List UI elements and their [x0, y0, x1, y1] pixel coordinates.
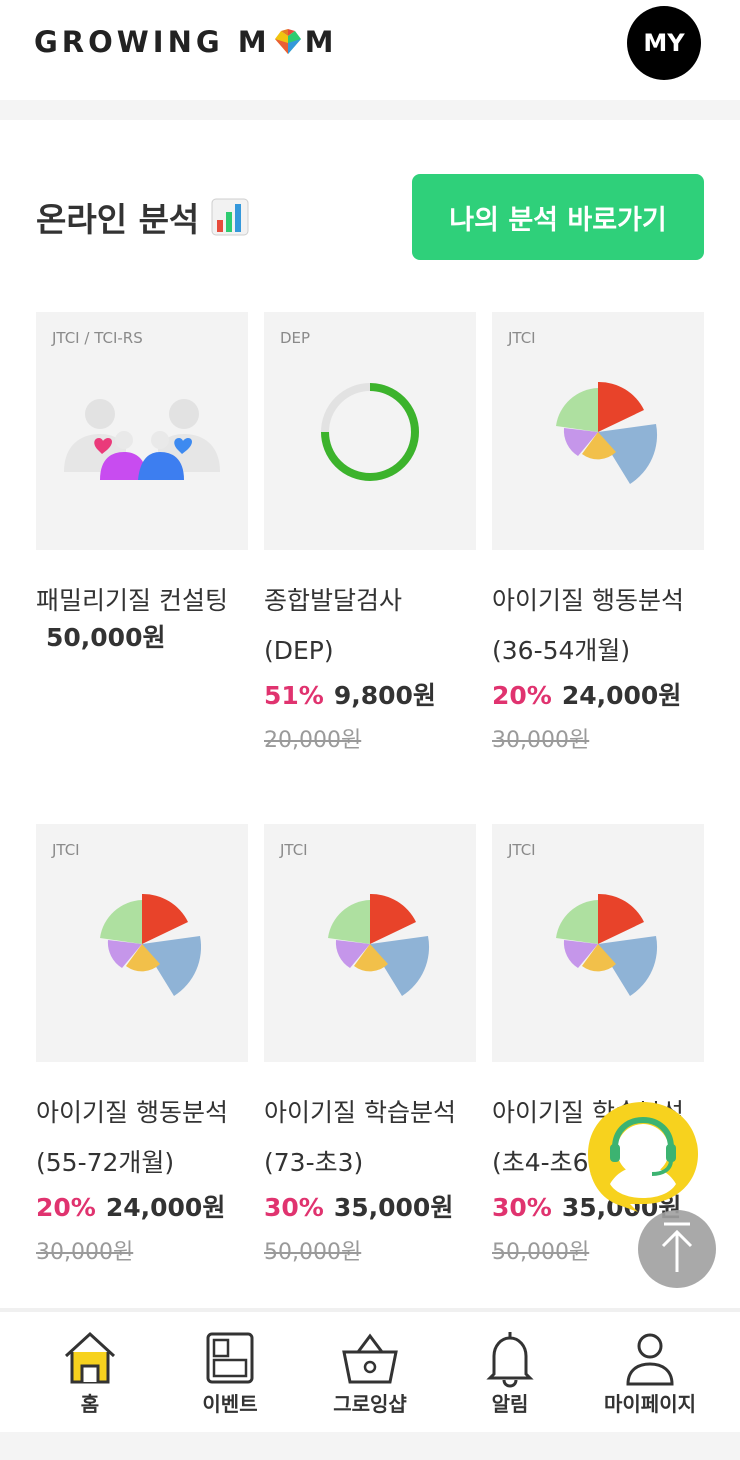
product-tag: JTCI: [508, 841, 536, 859]
product-name-line1: 종합발달검사: [264, 586, 403, 615]
product-thumbnail[interactable]: JTCI: [492, 312, 704, 550]
product-name: 아이기질 행동분석 (36-54개월): [492, 576, 722, 676]
nav-item-alarm[interactable]: 알림: [436, 1312, 584, 1432]
shop-basket-icon: [342, 1333, 398, 1384]
growing-mom-logo[interactable]: GROWING M M: [34, 24, 337, 60]
headset-agent-icon: [588, 1102, 698, 1212]
bell-icon: [486, 1332, 534, 1388]
product-tag: JTCI: [280, 841, 308, 859]
product-tag: JTCI / TCI-RS: [52, 329, 143, 347]
pie-chart-icon: [492, 362, 704, 512]
nav-item-event[interactable]: 이벤트: [156, 1312, 304, 1432]
product-price-line: 51% 9,800원: [264, 676, 436, 712]
sale-price: 50,000원: [46, 623, 166, 652]
original-price: 30,000원: [36, 1240, 134, 1265]
product-name: 아이기질 학습분석 (73-초3): [264, 1088, 494, 1188]
app-header: GROWING M M MY: [0, 0, 740, 100]
discount-rate: 20%: [36, 1193, 96, 1222]
nav-label: 마이페이지: [604, 1392, 696, 1416]
nav-label: 그로잉샵: [333, 1392, 407, 1416]
pie-chart-icon: [264, 874, 476, 1024]
discount-rate: 20%: [492, 681, 552, 710]
discount-rate: 30%: [492, 1193, 552, 1222]
home-icon: [64, 1331, 116, 1384]
nav-label: 알림: [491, 1392, 529, 1416]
sale-price: 35,000원: [333, 1193, 454, 1222]
product-thumbnail[interactable]: JTCI: [36, 824, 248, 1062]
customer-support-button[interactable]: [586, 1100, 700, 1212]
arrow-up-icon: [661, 1222, 693, 1272]
product-name-line2: (73-초3): [264, 1148, 364, 1177]
bottom-safe-area: [0, 1432, 740, 1460]
nav-item-home[interactable]: 홈: [16, 1312, 164, 1432]
pie-chart-icon: [492, 874, 704, 1024]
product-name-line2: (36-54개월): [492, 636, 631, 665]
product-card[interactable]: JTCI 아이기질 행동분석 (55-72개월) 20% 24,000원 30,0…: [36, 824, 248, 1274]
discount-rate: 51%: [264, 681, 324, 710]
product-name-line2: (DEP): [264, 636, 334, 665]
my-button[interactable]: MY: [627, 6, 701, 80]
product-name-line1: 아이기질 학습분석: [264, 1098, 456, 1127]
bottom-navigation: 홈 이벤트 그로잉샵 알림 마이페이지: [0, 1312, 740, 1432]
original-price: 50,000원: [492, 1240, 590, 1265]
pie-chart-icon: [36, 874, 248, 1024]
section-title-text: 온라인 분석: [36, 200, 200, 239]
product-thumbnail[interactable]: JTCI: [492, 824, 704, 1062]
product-price-line: 30% 35,000원: [264, 1188, 453, 1224]
header-divider: [0, 100, 740, 120]
logo-text-left: GROWING M: [34, 25, 271, 59]
original-price: 30,000원: [492, 728, 590, 753]
nav-label: 홈: [80, 1392, 100, 1416]
original-price: 20,000원: [264, 728, 362, 753]
nav-item-shop[interactable]: 그로잉샵: [296, 1312, 444, 1432]
product-name-line2: (55-72개월): [36, 1148, 175, 1177]
discount-rate: 30%: [264, 1193, 324, 1222]
event-icon: [206, 1332, 254, 1384]
product-card[interactable]: DEP 종합발달검사 (DEP) 51% 9,800원 20,000원: [264, 312, 476, 762]
family-icon: [36, 362, 248, 512]
product-tag: JTCI: [508, 329, 536, 347]
progress-ring-icon: [264, 362, 476, 512]
product-card[interactable]: JTCI 아이기질 학습분석 (73-초3) 30% 35,000원 50,000…: [264, 824, 476, 1274]
sale-price: 9,800원: [333, 681, 436, 710]
product-thumbnail[interactable]: JTCI / TCI-RS: [36, 312, 248, 550]
logo-text-right: M: [304, 25, 338, 59]
person-icon: [626, 1333, 674, 1386]
product-tag: DEP: [280, 329, 311, 347]
scroll-top-button[interactable]: [638, 1210, 716, 1288]
logo-heart-icon: [274, 29, 301, 54]
bar-chart-icon: [211, 198, 249, 236]
product-name: 아이기질 행동분석 (55-72개월): [36, 1088, 266, 1188]
my-analysis-button[interactable]: 나의 분석 바로가기: [412, 174, 704, 260]
product-card[interactable]: JTCI 아이기질 행동분석 (36-54개월) 20% 24,000원 30,0…: [492, 312, 704, 762]
product-price-line: 50,000원: [36, 618, 165, 654]
product-name-line1: 아이기질 행동분석: [492, 586, 684, 615]
nav-item-mypage[interactable]: 마이페이지: [576, 1312, 724, 1432]
product-price-line: 20% 24,000원: [492, 676, 681, 712]
product-tag: JTCI: [52, 841, 80, 859]
product-name: 종합발달검사 (DEP): [264, 576, 494, 676]
product-name-line1: 아이기질 행동분석: [36, 1098, 228, 1127]
sale-price: 24,000원: [561, 681, 682, 710]
section-title: 온라인 분석: [36, 194, 249, 240]
original-price: 50,000원: [264, 1240, 362, 1265]
product-thumbnail[interactable]: JTCI: [264, 824, 476, 1062]
product-card[interactable]: JTCI / TCI-RS 패밀리기질 컨설팅 50,000원: [36, 312, 248, 762]
nav-label: 이벤트: [202, 1392, 258, 1416]
product-price-line: 20% 24,000원: [36, 1188, 225, 1224]
sale-price: 24,000원: [105, 1193, 226, 1222]
product-thumbnail[interactable]: DEP: [264, 312, 476, 550]
